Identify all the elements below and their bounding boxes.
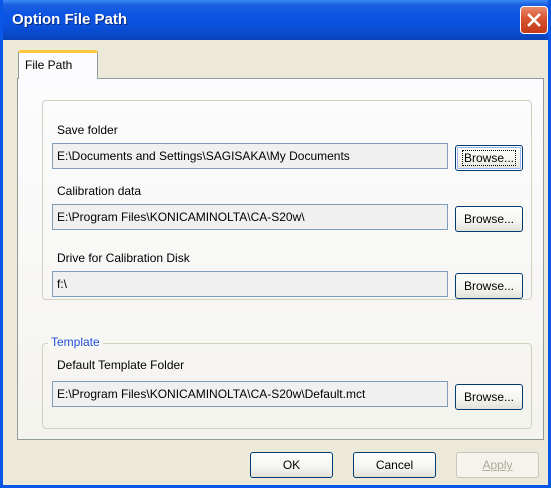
default-template-folder-browse-button[interactable]: Browse... — [455, 384, 523, 410]
calibration-data-label: Calibration data — [57, 184, 142, 198]
calibration-disk-label: Drive for Calibration Disk — [57, 251, 190, 265]
save-folder-browse-button[interactable]: Browse... — [455, 145, 523, 171]
calibration-disk-field[interactable]: f:\ — [52, 271, 448, 297]
tab-file-path[interactable]: File Path — [18, 50, 98, 79]
tab-file-path-label: File Path — [25, 58, 73, 72]
window-title: Option File Path — [12, 11, 127, 28]
file-path-panel: Save folder E:\Documents and Settings\SA… — [17, 78, 544, 440]
apply-label: Apply — [482, 458, 513, 472]
template-group-title: Template — [48, 335, 103, 349]
apply-button[interactable]: Apply — [456, 452, 539, 478]
close-icon — [527, 13, 541, 27]
cancel-button[interactable]: Cancel — [353, 452, 436, 478]
default-template-folder-label: Default Template Folder — [57, 358, 185, 372]
calibration-disk-browse-button[interactable]: Browse... — [455, 273, 523, 299]
ok-button[interactable]: OK — [250, 452, 333, 478]
close-button[interactable] — [520, 6, 548, 34]
save-folder-browse-label: Browse... — [461, 150, 516, 166]
save-folder-label: Save folder — [57, 123, 118, 137]
option-file-path-dialog: Option File Path File Path Save folder E… — [0, 0, 551, 488]
calibration-data-browse-button[interactable]: Browse... — [455, 206, 523, 232]
calibration-data-field[interactable]: E:\Program Files\KONICAMINOLTA\CA-S20w\ — [52, 204, 448, 230]
title-bar[interactable]: Option File Path — [3, 0, 548, 40]
default-template-folder-field[interactable]: E:\Program Files\KONICAMINOLTA\CA-S20w\D… — [52, 381, 448, 407]
save-folder-field[interactable]: E:\Documents and Settings\SAGISAKA\My Do… — [52, 143, 448, 169]
